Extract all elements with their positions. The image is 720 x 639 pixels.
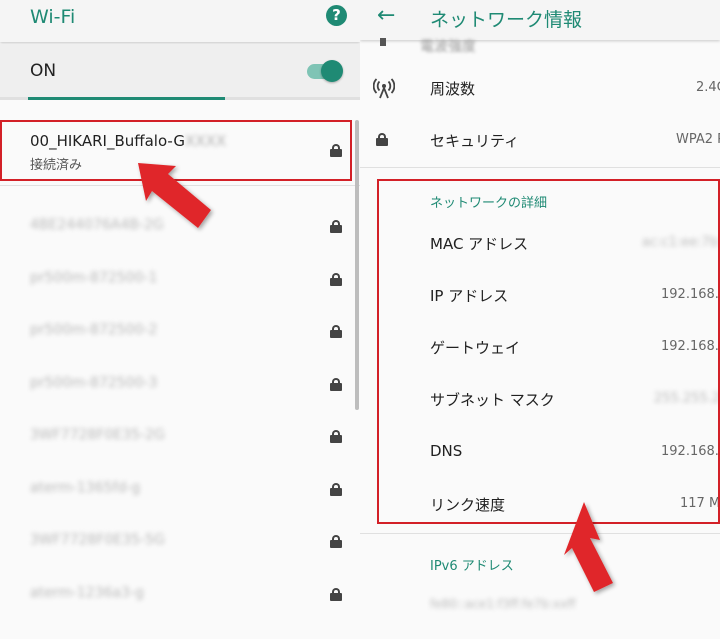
row-value: WPA2 P bbox=[676, 132, 720, 147]
lock-icon bbox=[330, 483, 342, 496]
lock-icon bbox=[330, 325, 342, 338]
list-item[interactable]: aterm-1236a3-g bbox=[0, 570, 350, 622]
ipv6-value: fe80::ace1:f3ff:fe7b:xxff bbox=[430, 597, 576, 611]
signal-icon bbox=[380, 38, 386, 46]
lock-icon bbox=[330, 430, 342, 443]
frequency-row: 周波数 2.4G bbox=[360, 64, 720, 114]
lock-icon bbox=[330, 273, 342, 286]
back-arrow-icon[interactable]: ← bbox=[377, 3, 395, 28]
row-label: 周波数 bbox=[430, 80, 476, 98]
signal-strength-label: 電波強度 bbox=[420, 39, 476, 55]
highlight-box bbox=[0, 120, 352, 181]
network-info-panel: ← ネットワーク情報 電波強度 周波数 2.4G セキュリティ WPA2 P ネ… bbox=[360, 0, 720, 639]
lock-icon bbox=[376, 133, 388, 146]
network-info-app-bar: ← ネットワーク情報 bbox=[360, 0, 720, 40]
network-ssid: pr500m-872500-3 bbox=[30, 375, 158, 391]
section-header-ipv6: IPv6 アドレス bbox=[430, 559, 514, 574]
wifi-list-panel: Wi-Fi ? ON 00_HIKARI_Buffalo-GXXXX 接続済み … bbox=[0, 0, 360, 639]
toggle-label: ON bbox=[30, 61, 57, 81]
lock-icon bbox=[330, 220, 342, 233]
divider bbox=[360, 533, 720, 534]
active-indicator bbox=[28, 97, 225, 100]
list-item[interactable]: pr500m-872500-2 bbox=[0, 307, 350, 359]
list-item[interactable]: 4BE244076A4B-2G bbox=[0, 202, 350, 254]
list-item[interactable]: pr500m-872500-1 bbox=[0, 255, 350, 307]
row-label: セキュリティ bbox=[430, 132, 520, 150]
network-ssid: aterm-1365fd-g bbox=[30, 480, 141, 496]
list-item[interactable]: pr500m-872500-3 bbox=[0, 360, 350, 412]
highlight-box bbox=[377, 179, 720, 524]
lock-icon bbox=[330, 535, 342, 548]
page-title: Wi-Fi bbox=[30, 6, 76, 28]
network-ssid: 4BE244076A4B-2G bbox=[30, 217, 164, 233]
antenna-icon bbox=[373, 78, 395, 99]
security-row: セキュリティ WPA2 P bbox=[360, 116, 720, 166]
list-item[interactable]: aterm-1365fd-g bbox=[0, 465, 350, 517]
network-ssid: pr500m-872500-2 bbox=[30, 322, 158, 338]
network-ssid: pr500m-872500-1 bbox=[30, 270, 158, 286]
list-item[interactable]: 3WF7728F0E35-5G bbox=[0, 517, 350, 569]
wifi-app-bar: Wi-Fi ? bbox=[0, 0, 360, 42]
row-value: 2.4G bbox=[696, 80, 720, 95]
wifi-toggle-bar[interactable]: ON bbox=[0, 44, 360, 100]
lock-icon bbox=[330, 378, 342, 391]
divider bbox=[360, 167, 720, 168]
lock-icon bbox=[330, 588, 342, 601]
network-ssid: 3WF7728F0E35-2G bbox=[30, 427, 165, 443]
network-ssid: aterm-1236a3-g bbox=[30, 585, 144, 601]
scrollbar[interactable] bbox=[355, 120, 359, 410]
network-ssid: 3WF7728F0E35-5G bbox=[30, 532, 165, 548]
page-title: ネットワーク情報 bbox=[430, 9, 583, 31]
help-icon[interactable]: ? bbox=[326, 5, 347, 26]
screenshot-root: Wi-Fi ? ON 00_HIKARI_Buffalo-GXXXX 接続済み … bbox=[0, 0, 720, 639]
wifi-switch-thumb[interactable] bbox=[321, 60, 343, 82]
divider bbox=[0, 185, 360, 186]
list-item[interactable]: 3WF7728F0E35-2G bbox=[0, 412, 350, 464]
